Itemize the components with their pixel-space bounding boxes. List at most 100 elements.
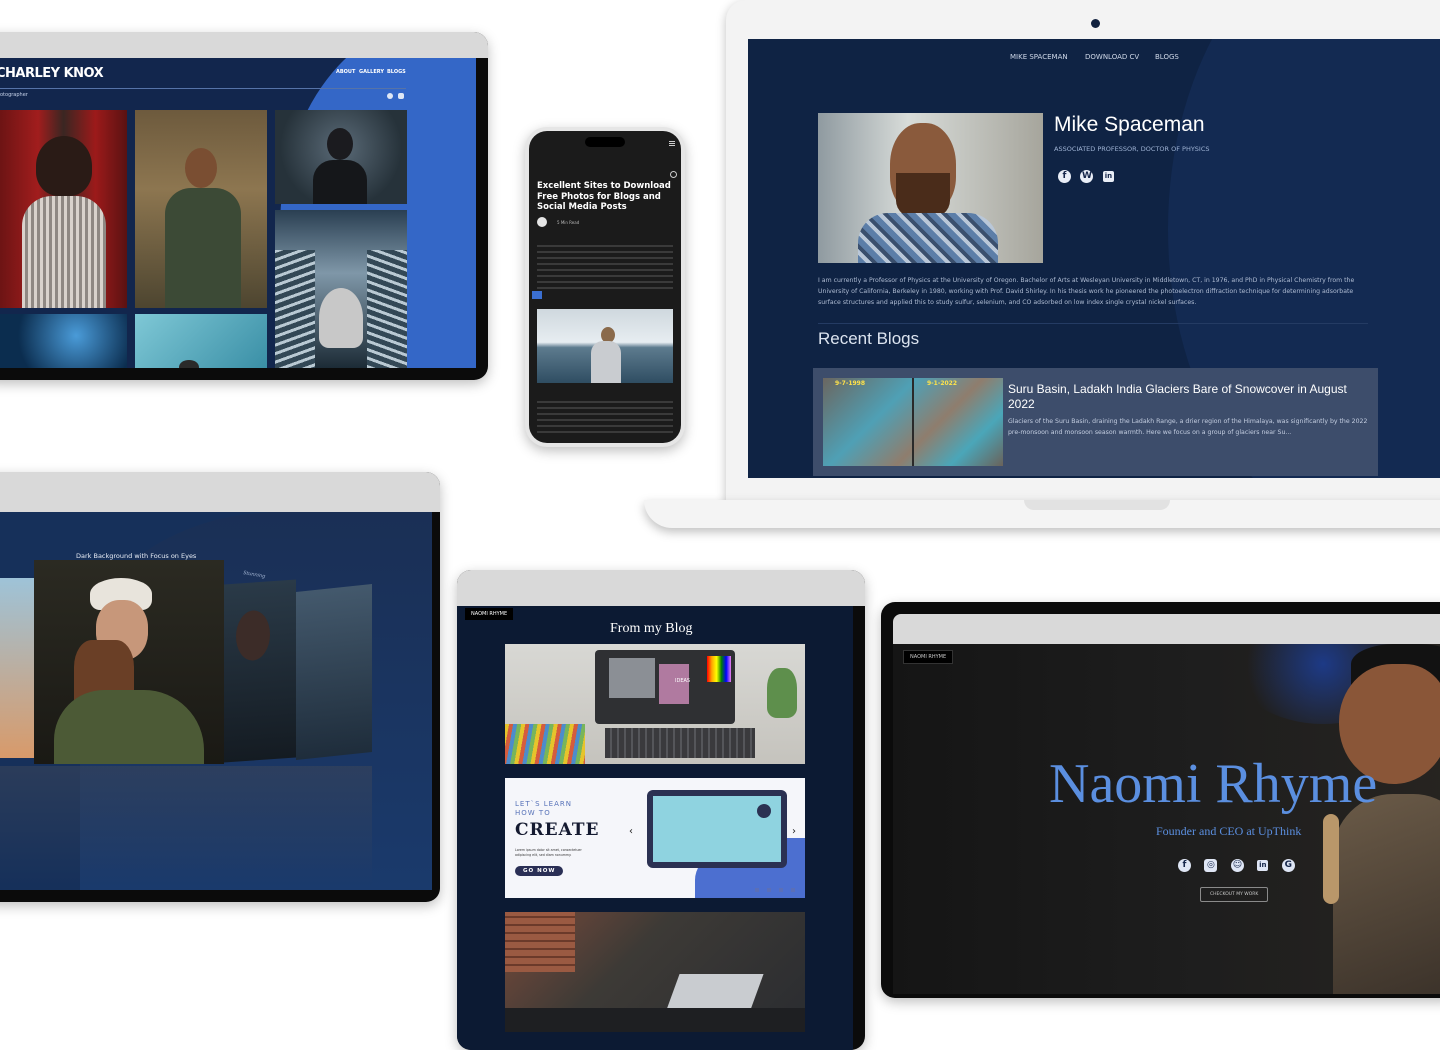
play-icon[interactable] [537,217,547,227]
blog-card-title: Suru Basin, Ladakh India Glaciers Bare o… [1008,382,1347,411]
side-slide-left[interactable] [0,578,34,758]
charley-site: CHARLEY KNOX ABOUT GALLERY BLOGS otograp… [0,58,476,368]
phone-device: Excellent Sites to Download Free Photos … [525,127,685,447]
slide-caption: Dark Background with Focus on Eyes [76,552,197,560]
recent-blogs-heading: Recent Blogs [818,329,920,348]
back-to-top-button[interactable] [532,291,542,299]
snapchat-icon[interactable]: ☺ [1230,859,1244,872]
instagram-icon[interactable] [398,93,404,99]
gallery-device: Dark Background with Focus on Eyes Stunn… [0,472,440,902]
menu-icon[interactable] [669,141,675,142]
screen-rainbow [707,656,731,682]
figure-head [179,360,199,368]
figure-shape [36,136,92,196]
gallery-photo-ice[interactable] [135,314,267,368]
figure-head [236,609,270,662]
linkedin-icon[interactable]: in [1257,860,1269,871]
gallery-photo-woman-dark[interactable] [275,110,407,204]
instagram-icon[interactable]: ◎ [1204,859,1218,872]
blog-card-excerpt: Glaciers of the Suru Basin, draining the… [1008,418,1368,436]
section-divider [818,323,1368,324]
tablet-plus [757,804,771,818]
date-left: 9-7-1998 [835,380,866,387]
figure-head [327,128,353,160]
naomi-blog-site: NAOMI RHYME From my Blog IDEAS LET`S LEA… [457,606,853,1050]
theme-toggle-icon[interactable] [670,171,677,178]
post-title: Excellent Sites to Download Free Photos … [537,181,671,212]
gallery-photo-blue-face[interactable] [0,314,127,368]
escalator-left [275,250,315,368]
subtitle: otographer [0,92,28,98]
nav-blogs[interactable]: BLOGS [1155,53,1179,61]
checkout-work-button[interactable]: CHECKOUT MY WORK [1200,887,1269,902]
slide-reflection [0,766,372,886]
profile-photo [818,113,1043,263]
gallery-site: Dark Background with Focus on Eyes Stunn… [0,512,432,890]
facebook-icon[interactable] [387,93,393,99]
browser-bar [893,614,1440,644]
next-arrow-icon[interactable]: › [792,826,796,837]
keyboard [605,728,755,758]
naomi-blog-device: NAOMI RHYME From my Blog IDEAS LET`S LEA… [457,570,865,1050]
tablet-illustration [647,790,787,868]
laptop-camera [1091,19,1100,28]
go-now-button[interactable]: GO NOW [515,866,564,876]
site-badge[interactable]: NAOMI RHYME [465,608,514,620]
speaker-photo [1323,644,1440,994]
laptop-screen: IDEAS [595,650,735,724]
gallery-photo-red-portrait[interactable] [0,110,127,308]
nav-download-cv[interactable]: DOWNLOAD CV [1085,53,1139,61]
blog-card-image: 9-7-1998 9-1-2022 [823,378,1003,466]
blog-card-designer-laptop[interactable]: IDEAS [505,644,805,764]
laptop [666,974,764,1010]
screen-image-2 [659,664,689,704]
nav-about[interactable]: ABOUT [336,69,355,75]
figure-body [22,196,106,308]
browser-bar [457,570,865,606]
google-icon[interactable]: G [1281,859,1295,872]
browser-bar [0,32,488,58]
blog-card[interactable]: 9-7-1998 9-1-2022 Suru Basin, Ladakh Ind… [813,368,1378,476]
speaker-jacket [1333,794,1440,994]
plant [767,668,797,718]
facebook-icon[interactable]: f [1178,859,1191,872]
learn-body: Lorem ipsum dolor sit amet, consectetuer… [515,848,582,857]
brick-wall [505,912,575,972]
brand-logo[interactable]: CHARLEY KNOX [0,66,104,82]
profile-name: Mike Spaceman [1054,113,1205,136]
color-swatches [505,724,585,764]
header-divider [0,88,406,89]
body-text-lines [537,245,673,289]
figure-head [185,148,217,188]
blog-card-learn-create[interactable]: LET`S LEARN HOW TO CREATE Lorem ipsum do… [505,778,805,898]
facebook-icon[interactable]: f [1058,170,1071,183]
hero-social-icons: f ◎ ☺ in G [1178,854,1298,872]
body-text-lines-2 [537,401,673,435]
learn-big: CREATE [515,820,600,840]
learn-line-2: HOW TO [515,809,551,817]
nav-gallery[interactable]: GALLERY [359,69,384,75]
prev-arrow-icon[interactable]: ‹ [629,826,633,837]
charley-knox-device: CHARLEY KNOX ABOUT GALLERY BLOGS otograp… [0,32,488,380]
learn-line-1: LET`S LEARN [515,800,572,808]
date-right: 9-1-2022 [927,380,958,387]
figure-body [165,188,241,308]
gallery-photo-field-man[interactable] [135,110,267,308]
profile-role: ASSOCIATED PROFESSOR, DOCTOR OF PHYSICS [1054,145,1210,153]
side-slide-far-right[interactable] [296,584,372,760]
social-icons: f W in [1058,165,1128,183]
linkedin-icon[interactable]: in [1102,171,1114,182]
blog-card-office-team[interactable] [505,912,805,1032]
screen-image [609,658,655,698]
main-slide-cap-woman[interactable] [34,560,224,764]
nav-blogs[interactable]: BLOGS [387,69,406,75]
mike-site: MIKE SPACEMAN DOWNLOAD CV BLOGS Mike Spa… [748,39,1440,478]
gallery-photo-escalator[interactable] [275,210,407,368]
side-slide-right[interactable] [224,579,296,763]
nav-mike-spaceman[interactable]: MIKE SPACEMAN [1010,53,1068,61]
wordpress-icon[interactable]: W [1080,170,1094,183]
figure [319,288,363,348]
figure-body [313,160,367,204]
naomi-hero-device: NAOMI RHYME Naomi Rhyme Founder and CEO … [881,602,1440,998]
site-badge[interactable]: NAOMI RHYME [903,650,954,664]
